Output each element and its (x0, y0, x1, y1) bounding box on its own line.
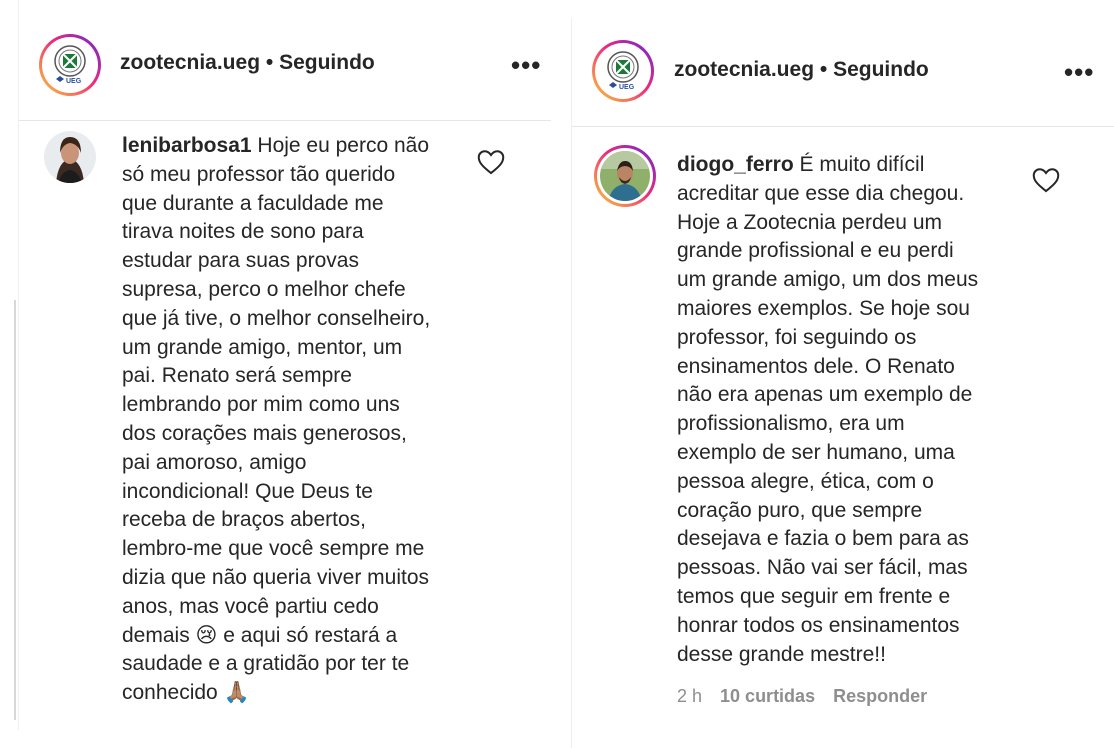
comment-line: só meu professor tão querido (122, 162, 396, 186)
comment-line: pessoa alegre, ética, com o (677, 469, 934, 493)
comment-line: pessoas. Não vai ser fácil, mas (677, 556, 968, 580)
comment-line: É muito difícil (799, 153, 925, 176)
comment-username[interactable]: lenibarbosa1 (122, 134, 252, 157)
post-header: UEG zootecnia.ueg • Seguindo ••• (19, 0, 551, 121)
account-avatar[interactable]: UEG (592, 40, 654, 102)
ueg-logo-icon: UEG (54, 45, 86, 85)
follow-status[interactable]: Seguindo (279, 51, 375, 74)
comment-meta: 2 h 10 curtidas Responder (677, 686, 945, 707)
comment-line: um grande amigo, um dos meus (677, 268, 979, 292)
comment-line: dos corações mais generosos, (122, 421, 407, 445)
header-line: zootecnia.ueg • Seguindo (674, 58, 929, 82)
comment-line: conhecido 🙏🏽 (122, 681, 250, 705)
commenter-avatar[interactable] (44, 131, 96, 183)
comment-line: lembrando por mim como uns (122, 393, 400, 417)
user-photo-icon (600, 151, 650, 201)
comment-line: honrar todos os ensinamentos (677, 613, 960, 637)
comment-line: saudade e a gratidão por ter te (122, 652, 410, 676)
comment-line: que durante a faculdade me (122, 191, 384, 215)
left-page-edge (14, 300, 16, 720)
user-photo-icon (44, 131, 96, 183)
account-avatar[interactable]: UEG (39, 34, 101, 96)
comment-line: ensinamentos dele. O Renato (677, 354, 955, 378)
separator-dot: • (819, 58, 828, 81)
comment-line: um grande amigo, mentor, um (122, 335, 403, 359)
comment-line: supresa, perco o melhor chefe (122, 277, 406, 301)
comment-line: temos que seguir em frente e (677, 584, 951, 608)
comment-line: que já tive, o melhor conselheiro, (122, 306, 431, 330)
follow-status[interactable]: Seguindo (833, 58, 929, 81)
comment-time: 2 h (677, 686, 703, 706)
more-options-icon[interactable]: ••• (1064, 59, 1094, 85)
comment-line: incondicional! Que Deus te (122, 479, 373, 503)
account-name[interactable]: zootecnia.ueg (120, 51, 260, 74)
account-name[interactable]: zootecnia.ueg (674, 58, 814, 81)
separator-dot: • (265, 51, 274, 74)
comment-line: Hoje eu perco não (257, 134, 430, 157)
post-header: UEG zootecnia.ueg • Seguindo ••• (572, 18, 1114, 127)
comment-line: pai. Renato será sempre (122, 364, 352, 388)
like-heart-icon[interactable] (477, 149, 505, 175)
comment-line: desse grande mestre!! (677, 642, 886, 666)
like-heart-icon[interactable] (1032, 167, 1060, 193)
comment-username[interactable]: diogo_ferro (677, 153, 794, 176)
comment-line: pai amoroso, amigo (122, 450, 307, 474)
comment-line: Hoje a Zootecnia perdeu um (677, 210, 942, 234)
comment-line: professor, foi seguindo os (677, 325, 917, 349)
comment-line: não era apenas um exemplo de (677, 383, 973, 407)
comment-line: receba de braços abertos, (122, 508, 366, 532)
comment-line: coração puro, que sempre (677, 498, 923, 522)
comment-text: diogo_ferro É muito difícil acreditar qu… (677, 151, 1027, 669)
comment-line: acreditar que esse dia chegou. (677, 181, 965, 205)
comment-line: profissionalismo, era um (677, 412, 905, 436)
post-panel-right: UEG zootecnia.ueg • Seguindo ••• diogo_f… (571, 18, 1114, 748)
comment-line: maiores exemplos. Se hoje sou (677, 296, 970, 320)
commenter-avatar[interactable] (594, 145, 656, 207)
header-line: zootecnia.ueg • Seguindo (120, 51, 375, 75)
post-panel-left: UEG zootecnia.ueg • Seguindo ••• lenibar… (18, 0, 551, 730)
comment-line: tirava noites de sono para (122, 220, 364, 244)
comment-line: lembro-me que você sempre me (122, 537, 425, 561)
comment-line: exemplo de ser humano, uma (677, 440, 955, 464)
logo-label: UEG (66, 78, 82, 85)
comment-line: estudar para suas provas (122, 249, 359, 273)
comment-line: dizia que não queria viver muitos (122, 565, 430, 589)
comment-line: demais 😢 e aqui só restará a (122, 623, 398, 647)
likes-count[interactable]: 10 curtidas (720, 686, 815, 706)
reply-button[interactable]: Responder (833, 686, 927, 706)
comment-line: grande profissional e eu perdi (677, 239, 954, 263)
comment-line: desejava e fazia o bem para as (677, 527, 969, 551)
logo-label: UEG (619, 84, 635, 91)
ueg-logo-icon: UEG (607, 51, 639, 91)
more-options-icon[interactable]: ••• (511, 52, 541, 78)
comment-text: lenibarbosa1 Hoje eu perco não só meu pr… (122, 132, 472, 708)
comment-line: anos, mas você partiu cedo (122, 594, 379, 618)
